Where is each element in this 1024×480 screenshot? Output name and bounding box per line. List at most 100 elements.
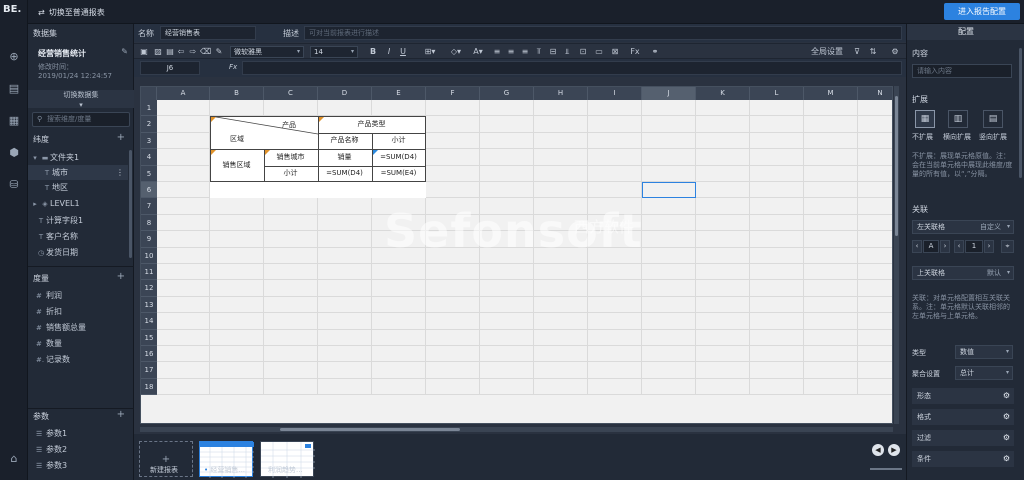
brush-icon[interactable]: ✎ <box>214 46 224 58</box>
undo-icon[interactable]: ⇦ <box>176 46 186 58</box>
search-input[interactable]: ⚲ 搜索维度/度量 <box>32 112 130 127</box>
column-header[interactable]: D <box>318 87 372 100</box>
thumb-scrollbar[interactable] <box>870 468 902 470</box>
global-settings-button[interactable]: 全局设置 <box>810 46 844 58</box>
condition-row[interactable]: 条件 ⚙ <box>912 451 1014 467</box>
row-header[interactable]: 6 <box>141 182 157 199</box>
align-left-icon[interactable]: ≡ <box>492 46 502 58</box>
param-item[interactable]: ☰ 参数1 <box>28 426 128 441</box>
home-icon[interactable]: ⌂ <box>7 452 21 466</box>
redo-icon[interactable]: ⇨ <box>188 46 198 58</box>
vertical-expand-button[interactable]: ▤ <box>983 110 1003 128</box>
row-header[interactable]: 16 <box>141 346 157 363</box>
row-header[interactable]: 9 <box>141 231 157 248</box>
switch-report-button[interactable]: ⇄ 切换至普通报表 <box>32 4 111 20</box>
row-header[interactable]: 2 <box>141 116 157 133</box>
column-header[interactable]: J <box>642 87 696 100</box>
left-link-row[interactable]: 1 <box>965 240 983 253</box>
italic-icon[interactable]: I <box>384 46 394 58</box>
desc-input[interactable]: 可对当前报表进行描述 <box>304 26 902 40</box>
column-header[interactable]: N <box>858 87 892 100</box>
underline-icon[interactable]: U <box>398 46 408 58</box>
dataset-icon[interactable]: ▤ <box>7 82 21 96</box>
tree-folder[interactable]: ▾ ▬ 文件夹1 <box>28 150 128 165</box>
column-header[interactable]: G <box>480 87 534 100</box>
gear-icon[interactable]: ⚙ <box>1003 388 1010 404</box>
switch-dataset-button[interactable]: 切换数据集 ▾ <box>28 90 134 109</box>
gear-icon[interactable]: ⚙ <box>1003 451 1010 467</box>
inc-icon[interactable]: › <box>940 240 950 253</box>
sheet-corner[interactable] <box>141 87 157 100</box>
database-icon[interactable]: ⛁ <box>7 178 21 192</box>
sheet-vertical-scrollbar[interactable] <box>894 86 899 424</box>
column-header[interactable]: F <box>426 87 480 100</box>
selected-cell[interactable] <box>642 182 696 199</box>
tree-item-ship-date[interactable]: ◷ 发货日期 <box>28 245 128 260</box>
column-header[interactable]: A <box>157 87 210 100</box>
tree-item-city[interactable]: T 城市 ⋮ <box>28 165 128 180</box>
row-header[interactable]: 13 <box>141 296 157 314</box>
add-dim-icon[interactable]: + <box>117 132 125 143</box>
add-measure-icon[interactable]: + <box>117 271 125 282</box>
measure-item[interactable]: # 销售额总量 <box>28 320 128 335</box>
add-param-icon[interactable]: + <box>117 409 125 420</box>
row-header[interactable]: 11 <box>141 264 157 281</box>
type-select[interactable]: 数值 ▾ <box>955 345 1013 359</box>
shape-row[interactable]: 形态 ⚙ <box>912 388 1014 404</box>
row-header[interactable]: 1 <box>141 100 157 117</box>
sheet-horizontal-scrollbar[interactable] <box>140 427 893 432</box>
cell-product-type[interactable]: 产品类型 <box>318 116 425 132</box>
cell-ref-input[interactable]: J6 <box>140 61 200 75</box>
package-icon[interactable]: ⬢ <box>7 146 21 160</box>
gear-icon[interactable]: ⚙ <box>1003 409 1010 425</box>
cell-subtotal[interactable]: 小计 <box>372 132 425 149</box>
format-row[interactable]: 格式 ⚙ <box>912 409 1014 425</box>
measure-item[interactable]: # 数量 <box>28 336 128 351</box>
filter-row[interactable]: 过滤 ⚙ <box>912 430 1014 446</box>
function-icon[interactable]: Fx <box>628 46 642 58</box>
row-header[interactable]: 18 <box>141 378 157 396</box>
scroll-thumb[interactable] <box>895 96 898 236</box>
font-size-select[interactable]: 14 ▾ <box>310 46 358 58</box>
top-link-select[interactable]: 上关联格 默认 ▾ <box>912 266 1014 280</box>
tree-item-region[interactable]: T 地区 <box>28 180 128 195</box>
dims-scrollbar[interactable] <box>129 150 132 258</box>
column-header[interactable]: K <box>696 87 750 100</box>
cell-subtotal-2[interactable]: 小计 <box>264 165 317 181</box>
font-color-icon[interactable]: A▾ <box>470 46 486 58</box>
scroll-thumb[interactable] <box>280 428 460 431</box>
cell-product-name[interactable]: 产品名称 <box>318 132 371 149</box>
link-icon[interactable]: ⚭ <box>650 46 660 58</box>
align-right-icon[interactable]: ≡ <box>520 46 530 58</box>
param-item[interactable]: ☰ 参数2 <box>28 442 128 457</box>
left-link-select[interactable]: 左关联格 自定义 ▾ <box>912 220 1014 234</box>
tree-item-level1[interactable]: ▸ ◈ LEVEL1 <box>28 196 128 211</box>
insert-image-icon[interactable]: ▣ <box>138 46 150 58</box>
measure-item[interactable]: # 利润 <box>28 288 128 303</box>
cell-sum-d4[interactable]: =SUM(D4) <box>372 149 425 165</box>
row-header[interactable]: 15 <box>141 329 157 346</box>
measure-item[interactable]: #. 记录数 <box>28 352 128 367</box>
inc-icon[interactable]: › <box>984 240 994 253</box>
tree-item-calc[interactable]: T 计算字段1 <box>28 213 128 228</box>
row-header[interactable]: 3 <box>141 132 157 150</box>
dec-icon[interactable]: ‹ <box>954 240 964 253</box>
bold-icon[interactable]: B <box>368 46 378 58</box>
column-header[interactable]: C <box>264 87 318 100</box>
horizontal-expand-button[interactable]: ▥ <box>948 110 968 128</box>
wrap-icon[interactable]: ▭ <box>594 46 604 58</box>
edit-icon[interactable]: ✎ <box>121 47 128 56</box>
param-item[interactable]: ☰ 参数3 <box>28 458 128 473</box>
column-header[interactable]: H <box>534 87 588 100</box>
border-icon[interactable]: ⊞▾ <box>422 46 438 58</box>
sort-icon[interactable]: ⇅ <box>868 46 878 58</box>
row-header[interactable]: 10 <box>141 247 157 264</box>
content-input[interactable]: 请输入内容 <box>912 64 1012 78</box>
filter-icon[interactable]: ⊽ <box>852 46 862 58</box>
config-scrollbar[interactable] <box>1019 48 1022 178</box>
dec-icon[interactable]: ‹ <box>912 240 922 253</box>
tree-item-customer[interactable]: T 客户名称 <box>28 229 128 244</box>
row-header[interactable]: 4 <box>141 149 157 166</box>
fill-color-icon[interactable]: ◇▾ <box>448 46 464 58</box>
agg-select[interactable]: 总计 ▾ <box>955 366 1013 380</box>
